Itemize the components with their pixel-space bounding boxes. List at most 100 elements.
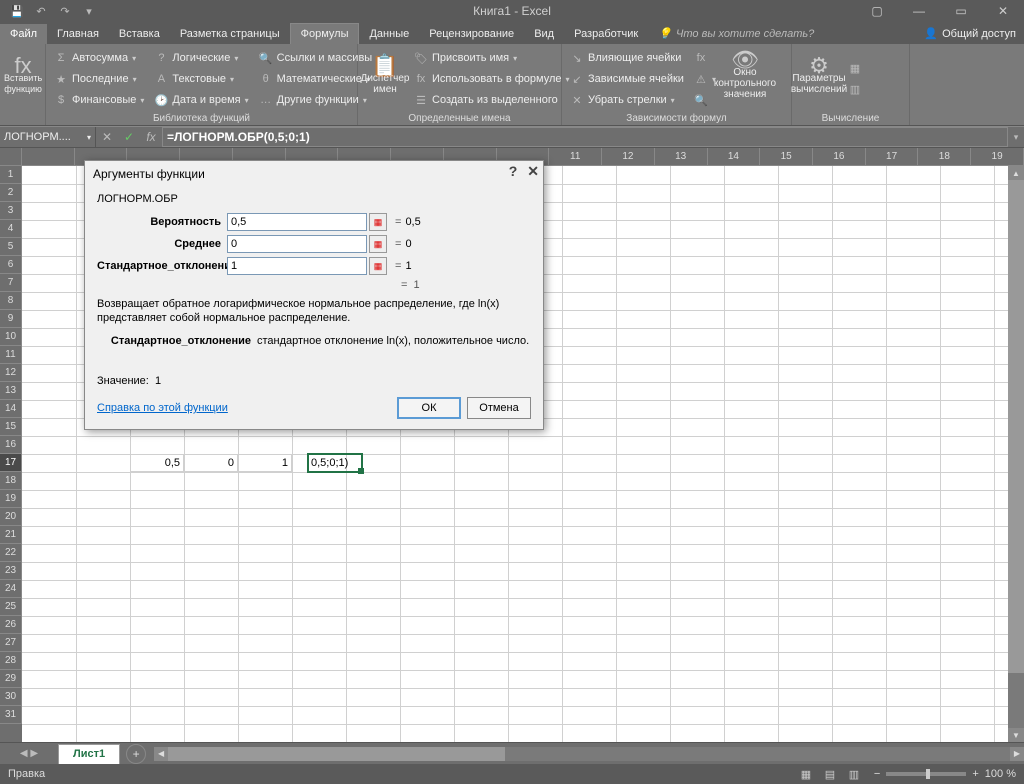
calc-now-button[interactable]: ▦ [844, 59, 866, 79]
close-icon[interactable]: ✕ [982, 0, 1024, 22]
autosum-button[interactable]: ΣАвтосумма [50, 48, 140, 68]
define-name-button[interactable]: 🏷Присвоить имя [410, 48, 521, 68]
row-header[interactable]: 21 [0, 526, 22, 544]
cell[interactable]: 1 [238, 454, 292, 472]
arg-input-1[interactable] [227, 235, 367, 253]
save-icon[interactable]: 💾 [8, 2, 26, 20]
col-header[interactable] [22, 148, 75, 166]
undo-icon[interactable]: ↶ [32, 2, 50, 20]
row-header[interactable]: 7 [0, 274, 22, 292]
row-header[interactable]: 29 [0, 670, 22, 688]
tab-page-layout[interactable]: Разметка страницы [170, 24, 290, 44]
vertical-scrollbar[interactable]: ▲ ▼ [1008, 166, 1024, 742]
tab-insert[interactable]: Вставка [109, 24, 170, 44]
scroll-up-icon[interactable]: ▲ [1008, 166, 1024, 180]
create-from-sel-button[interactable]: ☰Создать из выделенного [410, 90, 562, 110]
remove-arrows-button[interactable]: ✕Убрать стрелки [566, 90, 679, 110]
dialog-help-icon[interactable]: ? [509, 163, 518, 180]
zoom-out-icon[interactable]: − [874, 768, 880, 780]
add-sheet-button[interactable]: + [126, 744, 146, 764]
col-header[interactable]: 18 [918, 148, 971, 166]
ok-button[interactable]: ОК [397, 397, 461, 419]
calc-options-button[interactable]: ⚙ Параметры вычислений [796, 46, 842, 108]
tab-home[interactable]: Главная [47, 24, 109, 44]
watch-window-button[interactable]: 👁 Окно контрольного значения [722, 46, 768, 108]
insert-function-fbar-button[interactable]: fx [140, 127, 162, 147]
show-formulas-button[interactable]: fx [690, 48, 712, 68]
tab-developer[interactable]: Разработчик [564, 24, 648, 44]
trace-dependents-button[interactable]: ↙Зависимые ячейки [566, 69, 688, 89]
col-header[interactable]: 15 [760, 148, 813, 166]
tab-review[interactable]: Рецензирование [419, 24, 524, 44]
row-header[interactable]: 5 [0, 238, 22, 256]
trace-precedents-button[interactable]: ↘Влияющие ячейки [566, 48, 685, 68]
cell[interactable]: 0 [184, 454, 238, 472]
row-header[interactable]: 11 [0, 346, 22, 364]
datetime-button[interactable]: 🕑Дата и время [150, 90, 252, 110]
dialog-close-icon[interactable]: ✕ [527, 163, 539, 180]
row-header[interactable]: 28 [0, 652, 22, 670]
tab-file[interactable]: Файл [0, 24, 47, 44]
normal-view-icon[interactable]: ▦ [794, 765, 818, 783]
sheet-tab-1[interactable]: Лист1 [58, 744, 120, 764]
row-header[interactable]: 13 [0, 382, 22, 400]
col-header[interactable]: 17 [866, 148, 919, 166]
arg-input-0[interactable] [227, 213, 367, 231]
col-header[interactable]: 11 [549, 148, 602, 166]
name-box[interactable]: ЛОГНОРМ....▾ [0, 127, 96, 147]
row-header[interactable]: 20 [0, 508, 22, 526]
row-header[interactable]: 4 [0, 220, 22, 238]
row-header[interactable]: 8 [0, 292, 22, 310]
row-header[interactable]: 2 [0, 184, 22, 202]
row-header[interactable]: 12 [0, 364, 22, 382]
row-header[interactable]: 26 [0, 616, 22, 634]
redo-icon[interactable]: ↷ [56, 2, 74, 20]
insert-function-button[interactable]: fx Вставить функцию [4, 46, 42, 108]
cancel-button[interactable]: Отмена [467, 397, 531, 419]
evaluate-button[interactable]: 🔍 [690, 90, 712, 110]
name-manager-button[interactable]: 📋 Диспетчер имен [362, 46, 408, 108]
row-header[interactable]: 16 [0, 436, 22, 454]
row-header[interactable]: 1 [0, 166, 22, 184]
row-header[interactable]: 30 [0, 688, 22, 706]
vscroll-thumb[interactable] [1008, 180, 1024, 673]
tab-formulas[interactable]: Формулы [290, 23, 360, 44]
page-layout-view-icon[interactable]: ▤ [818, 765, 842, 783]
row-header[interactable]: 9 [0, 310, 22, 328]
text-button[interactable]: AТекстовые [150, 69, 238, 89]
row-header[interactable]: 19 [0, 490, 22, 508]
row-header[interactable]: 23 [0, 562, 22, 580]
horizontal-scrollbar[interactable]: ◀ ▶ [154, 746, 1024, 762]
financial-button[interactable]: $Финансовые [50, 90, 148, 110]
more-button[interactable]: …Другие функции [255, 90, 371, 110]
calc-sheet-button[interactable]: ▥ [844, 80, 866, 100]
col-header[interactable]: 13 [655, 148, 708, 166]
scroll-left-icon[interactable]: ◀ [154, 747, 168, 761]
row-header[interactable]: 18 [0, 472, 22, 490]
hscroll-thumb[interactable] [168, 747, 505, 761]
row-header[interactable]: 3 [0, 202, 22, 220]
arg-input-2[interactable] [227, 257, 367, 275]
page-break-view-icon[interactable]: ▥ [842, 765, 866, 783]
row-header[interactable]: 22 [0, 544, 22, 562]
tab-view[interactable]: Вид [524, 24, 564, 44]
use-in-formula-button[interactable]: fxИспользовать в формуле [410, 69, 574, 89]
minimize-icon[interactable]: — [898, 0, 940, 22]
scroll-right-icon[interactable]: ▶ [1010, 747, 1024, 761]
formula-input[interactable]: =ЛОГНОРМ.ОБР(0,5;0;1) [162, 127, 1008, 147]
qat-customize-icon[interactable]: ▾ [80, 2, 98, 20]
zoom-control[interactable]: − + 100 % [866, 768, 1024, 780]
row-header[interactable]: 14 [0, 400, 22, 418]
cell[interactable]: 0,5 [130, 454, 184, 472]
dialog-titlebar[interactable]: Аргументы функции ? ✕ [85, 161, 543, 187]
range-select-icon[interactable]: ▦ [369, 235, 387, 253]
tab-data[interactable]: Данные [359, 24, 419, 44]
range-select-icon[interactable]: ▦ [369, 257, 387, 275]
col-header[interactable]: 19 [971, 148, 1024, 166]
cancel-formula-button[interactable]: ✕ [96, 127, 118, 147]
row-header[interactable]: 24 [0, 580, 22, 598]
col-header[interactable]: 16 [813, 148, 866, 166]
row-header[interactable]: 31 [0, 706, 22, 724]
logical-button[interactable]: ?Логические [150, 48, 242, 68]
row-header[interactable]: 27 [0, 634, 22, 652]
